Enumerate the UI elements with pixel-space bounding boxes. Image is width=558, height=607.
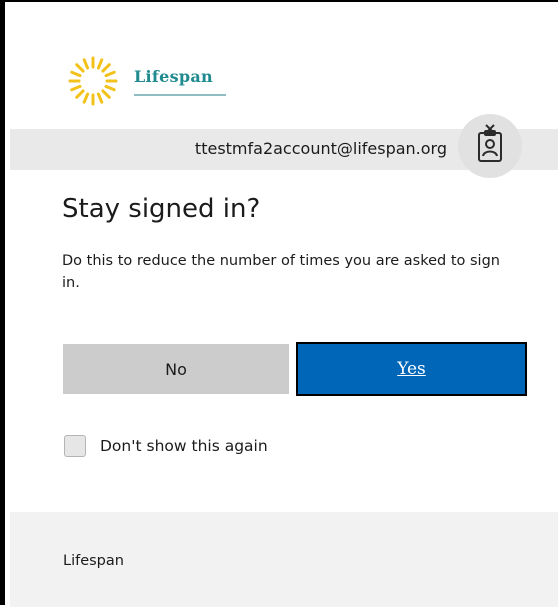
dont-show-again-checkbox[interactable] — [64, 435, 86, 457]
footer-text: Lifespan — [63, 553, 124, 569]
id-badge-icon — [478, 124, 502, 162]
dont-show-again-option[interactable]: Don't show this again — [64, 433, 268, 459]
account-bar: ttestmfa2account@lifespan.org — [10, 114, 558, 178]
description-text: Do this to reduce the number of times yo… — [62, 253, 500, 291]
yes-button[interactable]: Yes — [296, 342, 527, 396]
no-button[interactable]: No — [63, 344, 289, 394]
sun-logo-icon — [68, 56, 118, 106]
account-email: ttestmfa2account@lifespan.org — [194, 139, 447, 158]
logo-tagline-graphic — [134, 94, 226, 96]
account-avatar[interactable] — [458, 114, 522, 178]
page-title: Stay signed in? — [62, 194, 261, 224]
footer: Lifespan — [10, 512, 558, 607]
dont-show-again-label: Don't show this again — [100, 437, 268, 455]
sign-in-window: Lifespan ttestmfa2account@lifespan.org S… — [0, 0, 558, 607]
logo-name: Lifespan — [134, 67, 213, 86]
lifespan-logo: Lifespan — [67, 55, 237, 109]
